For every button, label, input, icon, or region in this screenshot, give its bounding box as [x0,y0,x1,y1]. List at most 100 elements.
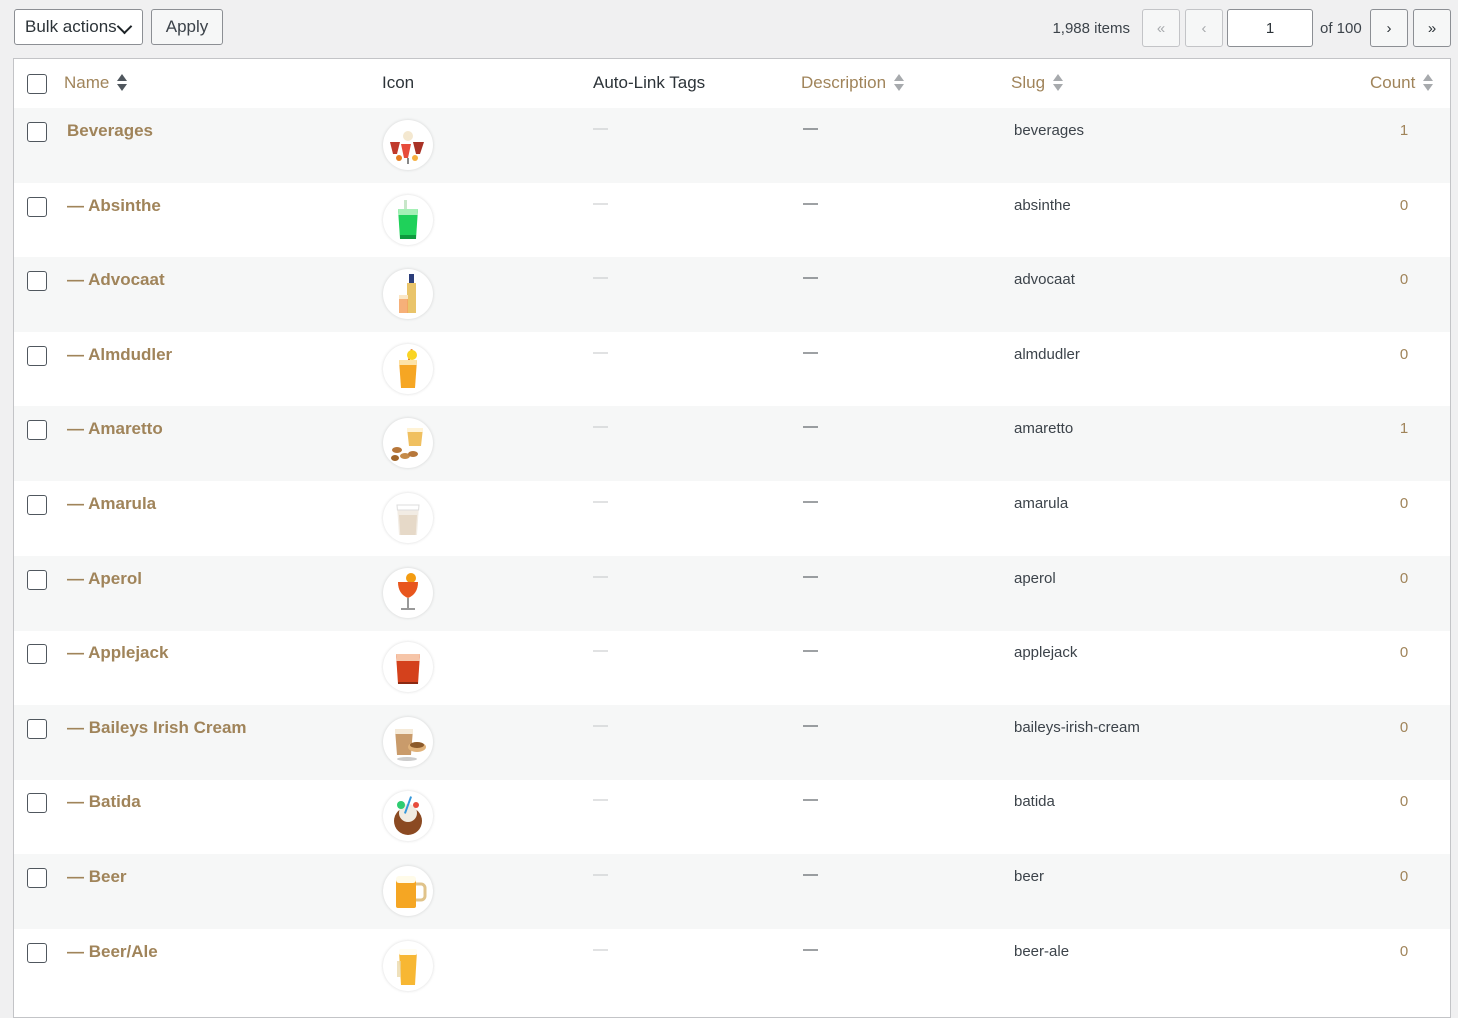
slug-cell: beer-ale [1014,942,1070,960]
slug-cell: almdudler [1014,345,1080,363]
irish-cream-icon [383,716,433,767]
term-name-link[interactable]: — Aperol [67,569,142,589]
term-name-link[interactable]: — Amarula [67,494,156,514]
table-row: — Advocaat — — advocaat 0 [14,257,1450,333]
term-name-link[interactable]: Beverages [67,121,153,141]
autolink-tags-cell: — [593,567,608,585]
count-link[interactable]: 0 [1394,271,1414,288]
autolink-tags-cell: — [593,269,608,287]
row-checkbox[interactable] [27,122,47,142]
count-link[interactable]: 0 [1394,793,1414,810]
count-link[interactable]: 0 [1394,719,1414,736]
count-link[interactable]: 0 [1394,346,1414,363]
row-checkbox[interactable] [27,495,47,515]
column-autolink-header: Auto-Link Tags [593,73,706,92]
apply-button[interactable]: Apply [151,9,223,45]
bulk-actions-select[interactable]: Bulk actions [14,9,143,45]
row-checkbox[interactable] [27,345,47,366]
slug-cell: amarula [1014,495,1069,512]
row-checkbox[interactable] [27,793,47,814]
count-link[interactable]: 0 [1394,943,1414,960]
row-checkbox[interactable] [27,868,47,888]
count-link[interactable]: 0 [1394,644,1414,661]
prev-page-button[interactable]: ‹ [1185,9,1223,47]
slug-cell: applejack [1014,644,1078,662]
column-slug-header[interactable]: Slug [1011,73,1064,93]
items-count: 1,988 items [1052,20,1130,37]
description-cell: — [803,418,818,436]
total-pages: of 100 [1320,20,1362,37]
slug-cell: batida [1014,793,1055,811]
row-checkbox[interactable] [27,420,47,441]
row-checkbox[interactable] [27,271,47,292]
count-link[interactable]: 0 [1394,868,1414,885]
term-name-link[interactable]: — Advocaat [67,270,165,290]
green-drink-icon [383,194,433,245]
term-name-link[interactable]: — Beer [67,867,127,887]
table-row: Beverages — — beverages 1 [14,108,1450,183]
count-link[interactable]: 1 [1394,420,1414,437]
count-link[interactable]: 1 [1394,122,1414,139]
autolink-tags-cell: — [593,716,608,734]
column-name-label: Name [64,73,110,92]
term-name-link[interactable]: — Applejack [67,643,168,663]
column-description-label: Description [801,73,887,92]
table-row: — Applejack — — applejack 0 [14,630,1450,705]
row-checkbox[interactable] [27,569,47,590]
description-cell: — [803,269,818,287]
slug-cell: absinthe [1014,196,1071,214]
slug-cell: aperol [1014,569,1056,587]
description-cell: — [803,791,818,809]
term-name-link[interactable]: — Baileys Irish Cream [67,718,247,738]
slug-cell: advocaat [1014,271,1075,289]
autolink-tags-cell: — [593,940,608,958]
description-cell: — [803,120,818,137]
description-cell: — [803,343,818,361]
autolink-tags-cell: — [593,791,608,809]
column-slug-label: Slug [1011,73,1046,92]
beer-mug-icon [383,866,433,916]
column-count-label: Count [1370,73,1416,92]
row-checkbox[interactable] [27,718,47,739]
autolink-tags-cell: — [593,343,608,361]
terms-table: Name Icon Auto-Link Tags Description Slu… [13,58,1451,1018]
term-name-link[interactable]: — Beer/Ale [67,942,158,962]
select-all-checkbox[interactable] [27,74,47,94]
table-row: — Batida — — batida 0 [14,779,1450,854]
term-name-link[interactable]: — Batida [67,792,141,812]
table-header: Name Icon Auto-Link Tags Description Slu… [14,59,1450,109]
beer-glass-icon [383,940,433,991]
autolink-tags-cell: — [593,866,608,883]
lemonade-icon [383,343,433,394]
first-page-button[interactable]: « [1142,9,1180,47]
row-checkbox[interactable] [27,942,47,963]
column-icon-header: Icon [382,73,415,92]
current-page-input[interactable] [1227,9,1313,47]
term-name-link[interactable]: — Amaretto [67,419,163,439]
sort-icon [894,74,905,92]
amaretto-icon [383,418,433,469]
table-row: — Beer — — beer 0 [14,854,1450,929]
cream-glass-icon [383,493,433,543]
column-name-header[interactable]: Name [64,73,128,93]
term-name-link[interactable]: — Absinthe [67,196,161,216]
autolink-tags-cell: — [593,418,608,436]
slug-cell: beer [1014,868,1045,885]
sort-icon [117,74,128,92]
row-checkbox[interactable] [27,644,47,665]
table-row: — Aperol — — aperol 0 [14,555,1450,631]
count-link[interactable]: 0 [1394,197,1414,214]
cocktails-icon [383,120,433,170]
description-cell: — [803,567,818,585]
count-link[interactable]: 0 [1394,495,1414,512]
row-checkbox[interactable] [27,196,47,217]
last-page-button[interactable]: » [1413,9,1451,47]
count-link[interactable]: 0 [1394,570,1414,587]
term-name-link[interactable]: — Almdudler [67,345,172,365]
next-page-button[interactable]: › [1370,9,1408,47]
table-row: — Almdudler — — almdudler 0 [14,332,1450,407]
column-count-header[interactable]: Count [1370,73,1434,93]
bottle-glass-icon [383,269,433,320]
column-description-header[interactable]: Description [801,73,905,93]
tablenav-top: Bulk actions Apply 1,988 items « ‹ of 10… [0,0,1458,58]
